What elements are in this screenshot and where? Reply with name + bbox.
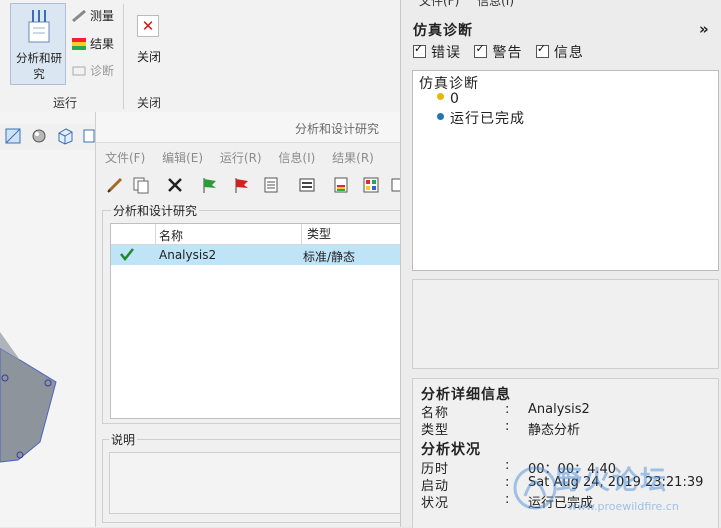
watermark-title: 野火论坛	[556, 466, 669, 496]
status-colon: :	[505, 492, 510, 507]
close-icon: ✕	[137, 15, 159, 37]
edit-pencil-icon[interactable]	[104, 176, 126, 198]
checkbox-icon	[413, 42, 426, 58]
group-label-run: 运行	[53, 96, 78, 110]
filter-warnings-checkbox[interactable]: 警告	[474, 42, 523, 61]
warning-dot-icon	[437, 93, 444, 100]
review-results-icon[interactable]	[330, 176, 352, 198]
close-label: 关闭	[136, 50, 161, 64]
type-colon: :	[505, 419, 510, 434]
diagnose-button[interactable]: 诊断	[72, 62, 124, 80]
row-type: 标准/静态	[303, 250, 356, 264]
type-label: 类型	[421, 423, 450, 438]
diagnostics-tree[interactable]: 仿真诊断 0 运行已完成	[412, 70, 719, 271]
status-label: 状况	[421, 496, 450, 511]
header-name[interactable]: 名称	[159, 227, 183, 244]
status-list-icon[interactable]	[260, 176, 282, 198]
watermark-url: www.proewildfire.cn	[568, 500, 679, 513]
diag-menu-file[interactable]: 文件(F)	[419, 0, 459, 8]
results-label: 结果	[90, 37, 115, 51]
delete-icon[interactable]	[164, 176, 186, 198]
analysis-and-studies-button[interactable]: 分析和研究	[10, 3, 66, 85]
group-label-close: 关闭	[137, 96, 162, 110]
copy-icon[interactable]	[130, 176, 152, 198]
view-toolbar	[0, 124, 95, 150]
checkbox-icon	[474, 42, 488, 58]
filter-errors-checkbox[interactable]: 错误	[413, 42, 461, 61]
header-type[interactable]: 类型	[301, 224, 331, 244]
filter-info-checkbox[interactable]: 信息	[535, 42, 584, 61]
stop-run-flag-icon[interactable]	[230, 176, 252, 198]
info-dot-icon	[437, 113, 444, 120]
diagnostics-panel: 文件(F) 信息(I) 仿真诊断 » 错误 警告 信息 仿真诊断 0 运行已完成…	[400, 0, 721, 528]
view-cube-icon[interactable]	[56, 127, 74, 145]
info-panel-icon[interactable]	[296, 176, 318, 198]
studies-group: 分析和设计研究 名称 类型 Analysis2 标准/静态	[102, 202, 403, 424]
dialog-title: 分析和设计研究	[294, 122, 379, 136]
row-name: Analysis2	[159, 248, 217, 262]
analysis-studies-dialog: 分析和设计研究 文件(F) 编辑(E) 运行(R) 信息(I) 结果(R) 分析…	[95, 112, 403, 527]
analysis-and-studies-label: 分析和研究	[16, 51, 62, 81]
filter-errors-label: 错误	[431, 45, 461, 61]
diagnose-icon	[72, 64, 86, 76]
diagnostics-message-area	[412, 279, 719, 369]
ribbon-divider	[123, 4, 124, 109]
dialog-titlebar[interactable]: 分析和设计研究	[96, 112, 401, 143]
analysis-icon	[28, 10, 50, 43]
check-icon	[119, 246, 135, 265]
filter-warnings-label: 警告	[492, 45, 523, 61]
tree-item[interactable]: 运行已完成	[437, 108, 525, 128]
menu-info[interactable]: 信息(I)	[278, 151, 315, 165]
collapse-panel-button[interactable]: »	[699, 20, 709, 38]
studies-group-caption: 分析和设计研究	[111, 202, 200, 219]
details-heading: 分析详细信息	[421, 387, 511, 403]
model-viewport[interactable]	[0, 112, 95, 527]
ruler-icon	[72, 9, 86, 23]
diag-menu-info[interactable]: 信息(I)	[477, 0, 514, 8]
diagnostics-menubar: 文件(F) 信息(I)	[419, 0, 528, 9]
table-row[interactable]: Analysis2 标准/静态	[111, 245, 403, 265]
studies-list-header: 名称 类型	[111, 224, 403, 245]
model-part	[0, 332, 57, 463]
results-button[interactable]: 结果	[72, 35, 124, 53]
results-icon	[72, 37, 86, 50]
result-grid-icon[interactable]	[360, 176, 382, 198]
ribbon: 分析和研究 测量 结果 诊断 ✕ 关闭 运行 关闭	[0, 0, 400, 113]
description-group: 说明	[102, 431, 403, 523]
diagnostics-title: 仿真诊断	[413, 23, 473, 39]
measure-button[interactable]: 测量	[72, 7, 124, 25]
menu-file[interactable]: 文件(F)	[105, 151, 145, 165]
tree-item[interactable]: 0	[437, 91, 460, 107]
view-refit-icon[interactable]	[4, 127, 22, 145]
description-caption: 说明	[109, 431, 138, 448]
name-value: Analysis2	[528, 402, 590, 417]
description-field[interactable]	[109, 452, 403, 514]
checkbox-icon	[535, 42, 549, 58]
diagnostics-filters: 错误 警告 信息	[413, 42, 592, 61]
tree-root[interactable]: 仿真诊断	[419, 73, 479, 93]
filter-info-label: 信息	[553, 45, 584, 61]
view-more-icon[interactable]	[82, 127, 95, 145]
header-status-column[interactable]	[111, 224, 156, 244]
diagnose-label: 诊断	[90, 64, 115, 78]
name-colon: :	[505, 402, 510, 417]
menu-results[interactable]: 结果(R)	[332, 151, 374, 165]
forum-watermark: 野火论坛 www.proewildfire.cn	[510, 458, 715, 524]
menu-run[interactable]: 运行(R)	[220, 151, 262, 165]
start-colon: :	[505, 475, 510, 490]
elapsed-colon: :	[505, 458, 510, 473]
tree-item-label: 运行已完成	[450, 111, 525, 127]
close-button[interactable]: ✕ 关闭	[132, 8, 166, 66]
dialog-menubar: 文件(F) 编辑(E) 运行(R) 信息(I) 结果(R)	[96, 149, 378, 167]
start-run-flag-icon[interactable]	[198, 176, 220, 198]
view-display-icon[interactable]	[30, 127, 48, 145]
tree-item-label: 0	[450, 91, 460, 107]
status-heading: 分析状况	[421, 442, 481, 458]
menu-edit[interactable]: 编辑(E)	[162, 151, 203, 165]
watermark-logo-icon	[513, 466, 557, 510]
studies-list[interactable]: 名称 类型 Analysis2 标准/静态	[110, 223, 403, 419]
measure-label: 测量	[90, 9, 115, 23]
type-value: 静态分析	[528, 423, 581, 438]
